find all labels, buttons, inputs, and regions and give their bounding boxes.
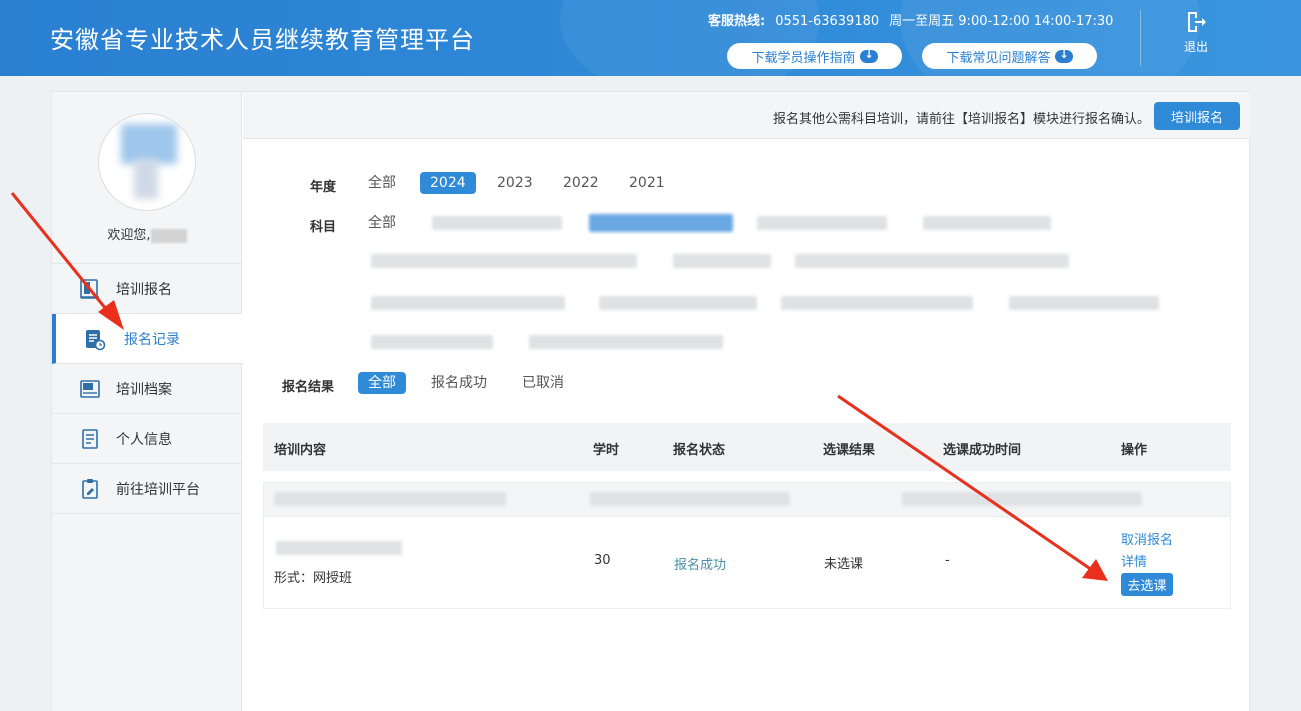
course-selection-result: 未选课 [824,557,864,572]
year-filter-label: 年度 [310,180,337,195]
sidebar-item-label: 培训报名 [116,281,172,298]
content-area: 报名其他公需科目培训，请前往【培训报名】模块进行报名确认。 培训报名 年度 全部… [243,92,1250,711]
year-option-all[interactable]: 全部 [368,172,396,194]
sidebar-item-signup-record[interactable]: 报名记录 [52,314,243,364]
result-option-cancelled[interactable]: 已取消 [522,372,564,394]
sidebar: 欢迎您, 培训报名 报名记录 培训档案 个人信息 前往培训平台 [52,92,243,711]
record-clock-icon [82,327,106,351]
sidebar-item-training-archive[interactable]: 培训档案 [52,364,242,414]
course-form: 形式：网授班 [274,571,353,586]
subject-option-masked[interactable] [795,254,1069,268]
top-header: 安徽省专业技术人员继续教育管理平台 客服热线: 0551-63639180 周一至周… [0,0,1301,76]
year-option-2024[interactable]: 2024 [420,172,476,194]
year-option-2023[interactable]: 2023 [497,172,533,194]
cloud-download-icon [859,48,878,63]
subject-option-masked[interactable] [371,335,493,349]
column-header-time: 选课成功时间 [943,443,1022,458]
download-guide-label: 下载学员操作指南 [751,50,856,66]
book-icon [78,277,102,301]
column-header-hours: 学时 [593,443,620,458]
hotline-hours: 周一至周五 9:00-12:00 14:00-17:30 [889,14,1114,29]
subject-option-masked[interactable] [781,296,973,310]
course-hours: 30 [594,553,611,568]
subject-option-masked[interactable] [673,254,771,268]
download-faq-button[interactable]: 下载常见问题解答 [922,43,1097,69]
masked-text [902,492,1142,506]
subject-option-masked-selected[interactable] [589,214,733,232]
sidebar-item-label: 报名记录 [124,331,180,348]
column-header-status: 报名状态 [673,443,726,458]
choose-course-button[interactable]: 去选课 [1121,573,1173,596]
avatar [98,113,196,211]
welcome-label: 欢迎您, [107,228,151,243]
sidebar-nav: 培训报名 报名记录 培训档案 个人信息 前往培训平台 [52,263,243,514]
hotline: 客服热线: 0551-63639180 周一至周五 9:00-12:00 14:00… [708,10,1113,29]
sidebar-item-label: 前往培训平台 [116,481,200,498]
year-option-2021[interactable]: 2021 [629,172,665,194]
subject-option-masked[interactable] [371,296,565,310]
download-faq-label: 下载常见问题解答 [946,50,1051,66]
table-group-row [263,482,1231,516]
selection-time: - [945,553,950,568]
sidebar-item-label: 培训档案 [116,381,172,398]
masked-course-name [276,541,402,555]
masked-text [590,492,790,506]
notice-text: 报名其他公需科目培训，请前往【培训报名】模块进行报名确认。 [772,112,1150,127]
clipboard-edit-icon [78,477,102,501]
training-signup-button[interactable]: 培训报名 [1154,102,1240,130]
sidebar-item-training-signup[interactable]: 培训报名 [52,264,242,314]
subject-option-masked[interactable] [432,216,562,230]
signup-status: 报名成功 [674,558,727,573]
column-header-actions: 操作 [1121,443,1148,458]
sidebar-item-personal-info[interactable]: 个人信息 [52,414,242,464]
year-option-2022[interactable]: 2022 [563,172,599,194]
sidebar-item-training-platform[interactable]: 前往培训平台 [52,464,242,514]
subject-option-masked[interactable] [923,216,1051,230]
subject-option-all[interactable]: 全部 [368,212,396,234]
column-header-content: 培训内容 [274,443,327,458]
result-option-success[interactable]: 报名成功 [431,372,487,394]
hotline-label: 客服热线: [708,14,766,29]
username-masked [150,228,187,243]
welcome-text: 欢迎您, [52,224,242,243]
subject-filter-label: 科目 [310,220,337,235]
subject-option-masked[interactable] [757,216,887,230]
header-divider [1140,10,1141,66]
logout-label: 退出 [1183,40,1208,54]
table-header: 培训内容 学时 报名状态 选课结果 选课成功时间 操作 [263,423,1231,471]
archive-icon [78,377,102,401]
subject-option-masked[interactable] [1009,296,1159,310]
subject-option-masked[interactable] [529,335,723,349]
hotline-number: 0551-63639180 [775,14,880,29]
column-header-result: 选课结果 [823,443,876,458]
result-option-all[interactable]: 全部 [358,372,406,394]
site-title: 安徽省专业技术人员继续教育管理平台 [50,26,475,54]
detail-link[interactable]: 详情 [1121,551,1147,570]
logout-button[interactable]: 退出 [1176,10,1216,55]
logout-icon [1188,12,1206,32]
sidebar-item-label: 个人信息 [116,431,172,448]
notice-bar: 报名其他公需科目培训，请前往【培训报名】模块进行报名确认。 培训报名 [243,92,1250,139]
download-guide-button[interactable]: 下载学员操作指南 [727,43,902,69]
subject-option-masked[interactable] [599,296,757,310]
result-filter-label: 报名结果 [282,380,335,395]
main-container: 欢迎您, 培训报名 报名记录 培训档案 个人信息 前往培训平台 报名其他公需科目… [51,91,1250,711]
subject-option-masked[interactable] [371,254,637,268]
cloud-download-icon [1054,48,1073,63]
table-row: 形式：网授班 30 报名成功 未选课 - 取消报名 详情 去选课 [263,516,1231,609]
document-icon [78,427,102,451]
masked-text [274,492,506,506]
cancel-signup-link[interactable]: 取消报名 [1121,529,1173,548]
